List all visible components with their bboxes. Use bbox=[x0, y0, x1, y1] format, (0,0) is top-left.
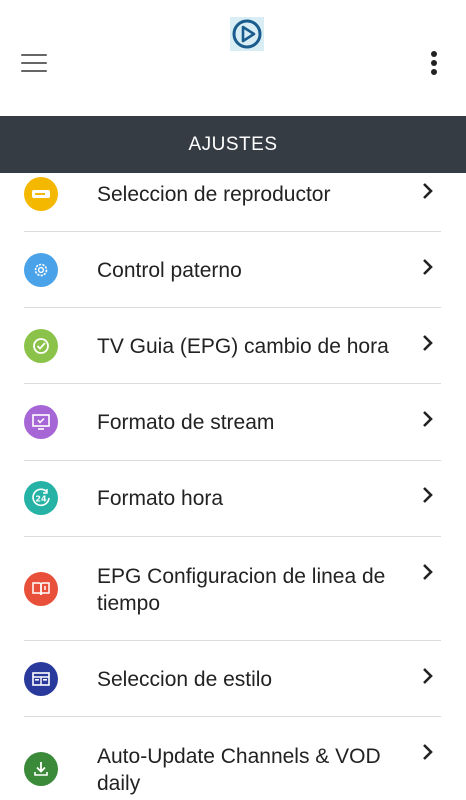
settings-item-label: Formato de stream bbox=[97, 411, 275, 434]
layout-icon bbox=[24, 662, 58, 696]
chevron-right-icon bbox=[423, 564, 433, 580]
settings-item-epg-timeline[interactable]: EPG Configuracion de linea de tiempo bbox=[0, 537, 466, 640]
settings-item-label: Formato hora bbox=[97, 487, 224, 510]
app-bar bbox=[0, 0, 466, 116]
book-icon bbox=[24, 572, 58, 606]
chevron-right-icon bbox=[423, 259, 433, 275]
settings-item-label: TV Guia (EPG) cambio de hora bbox=[97, 335, 389, 358]
settings-item-time-format[interactable]: 24 Formato hora bbox=[0, 461, 466, 537]
page-title: AJUSTES bbox=[188, 133, 278, 155]
chevron-right-icon bbox=[423, 411, 433, 427]
chevron-right-icon bbox=[423, 183, 433, 199]
24h-icon: 24 bbox=[24, 481, 58, 515]
page-title-bar: AJUSTES bbox=[0, 116, 466, 173]
settings-item-parental-control[interactable]: Control paterno bbox=[0, 232, 466, 308]
menu-icon[interactable] bbox=[21, 54, 47, 72]
gear-icon bbox=[24, 253, 58, 287]
clock-check-icon bbox=[24, 329, 58, 363]
download-icon bbox=[24, 752, 58, 786]
chevron-right-icon bbox=[423, 487, 433, 503]
settings-item-label: Control paterno bbox=[97, 259, 242, 282]
settings-item-auto-update[interactable]: Auto-Update Channels & VOD daily bbox=[0, 717, 466, 800]
settings-item-epg-time-shift[interactable]: TV Guia (EPG) cambio de hora bbox=[0, 308, 466, 384]
player-icon bbox=[24, 177, 58, 211]
settings-item-style-selection[interactable]: Seleccion de estilo bbox=[0, 641, 466, 717]
settings-item-label: Auto-Update Channels & VOD daily bbox=[97, 745, 381, 795]
more-options-icon[interactable] bbox=[428, 51, 440, 77]
settings-item-stream-format[interactable]: Formato de stream bbox=[0, 384, 466, 460]
settings-item-player[interactable]: Seleccion de reproductor bbox=[0, 173, 466, 231]
settings-item-label: Seleccion de estilo bbox=[97, 668, 273, 691]
chevron-right-icon bbox=[423, 335, 433, 351]
svg-text:24: 24 bbox=[35, 495, 47, 504]
chevron-right-icon bbox=[423, 744, 433, 760]
app-logo-icon bbox=[230, 17, 264, 51]
settings-item-label: Seleccion de reproductor bbox=[97, 183, 331, 206]
settings-item-label: EPG Configuracion de linea de tiempo bbox=[97, 565, 386, 615]
monitor-icon bbox=[24, 405, 58, 439]
chevron-right-icon bbox=[423, 668, 433, 684]
